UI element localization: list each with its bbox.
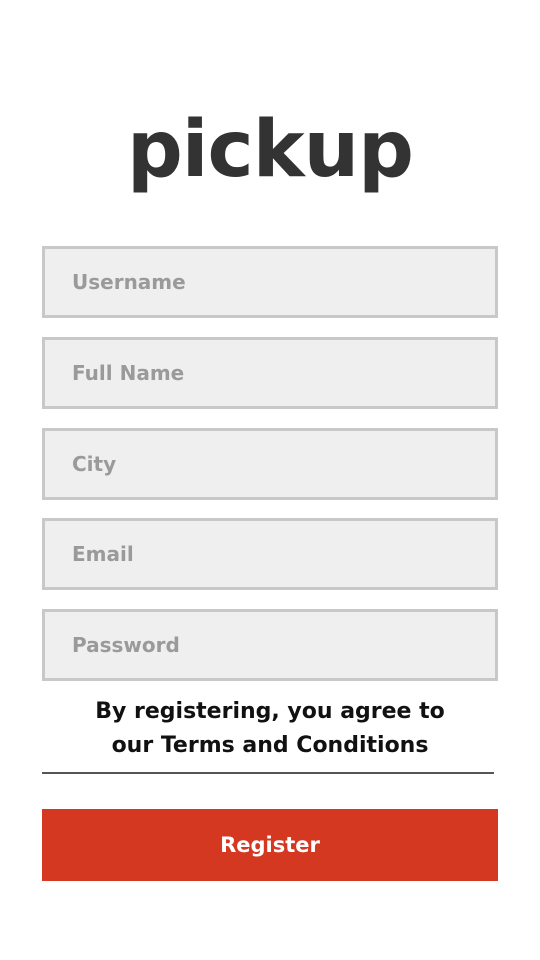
terms-line-2: our Terms and Conditions [111,733,429,758]
terms-divider [42,772,494,774]
terms-line-1: By registering, you agree to [95,699,445,724]
city-field[interactable] [42,428,498,500]
registration-screen: pickup By registering, you agree to our … [0,0,540,960]
email-field[interactable] [42,518,498,590]
full-name-input[interactable] [45,340,495,406]
password-input[interactable] [45,612,495,678]
email-input[interactable] [45,521,495,587]
username-field[interactable] [42,246,498,318]
password-field[interactable] [42,609,498,681]
username-input[interactable] [45,249,495,315]
register-button[interactable]: Register [42,809,498,881]
full-name-field[interactable] [42,337,498,409]
city-input[interactable] [45,431,495,497]
app-logo: pickup [126,105,414,195]
terms-notice[interactable]: By registering, you agree to our Terms a… [42,695,498,763]
